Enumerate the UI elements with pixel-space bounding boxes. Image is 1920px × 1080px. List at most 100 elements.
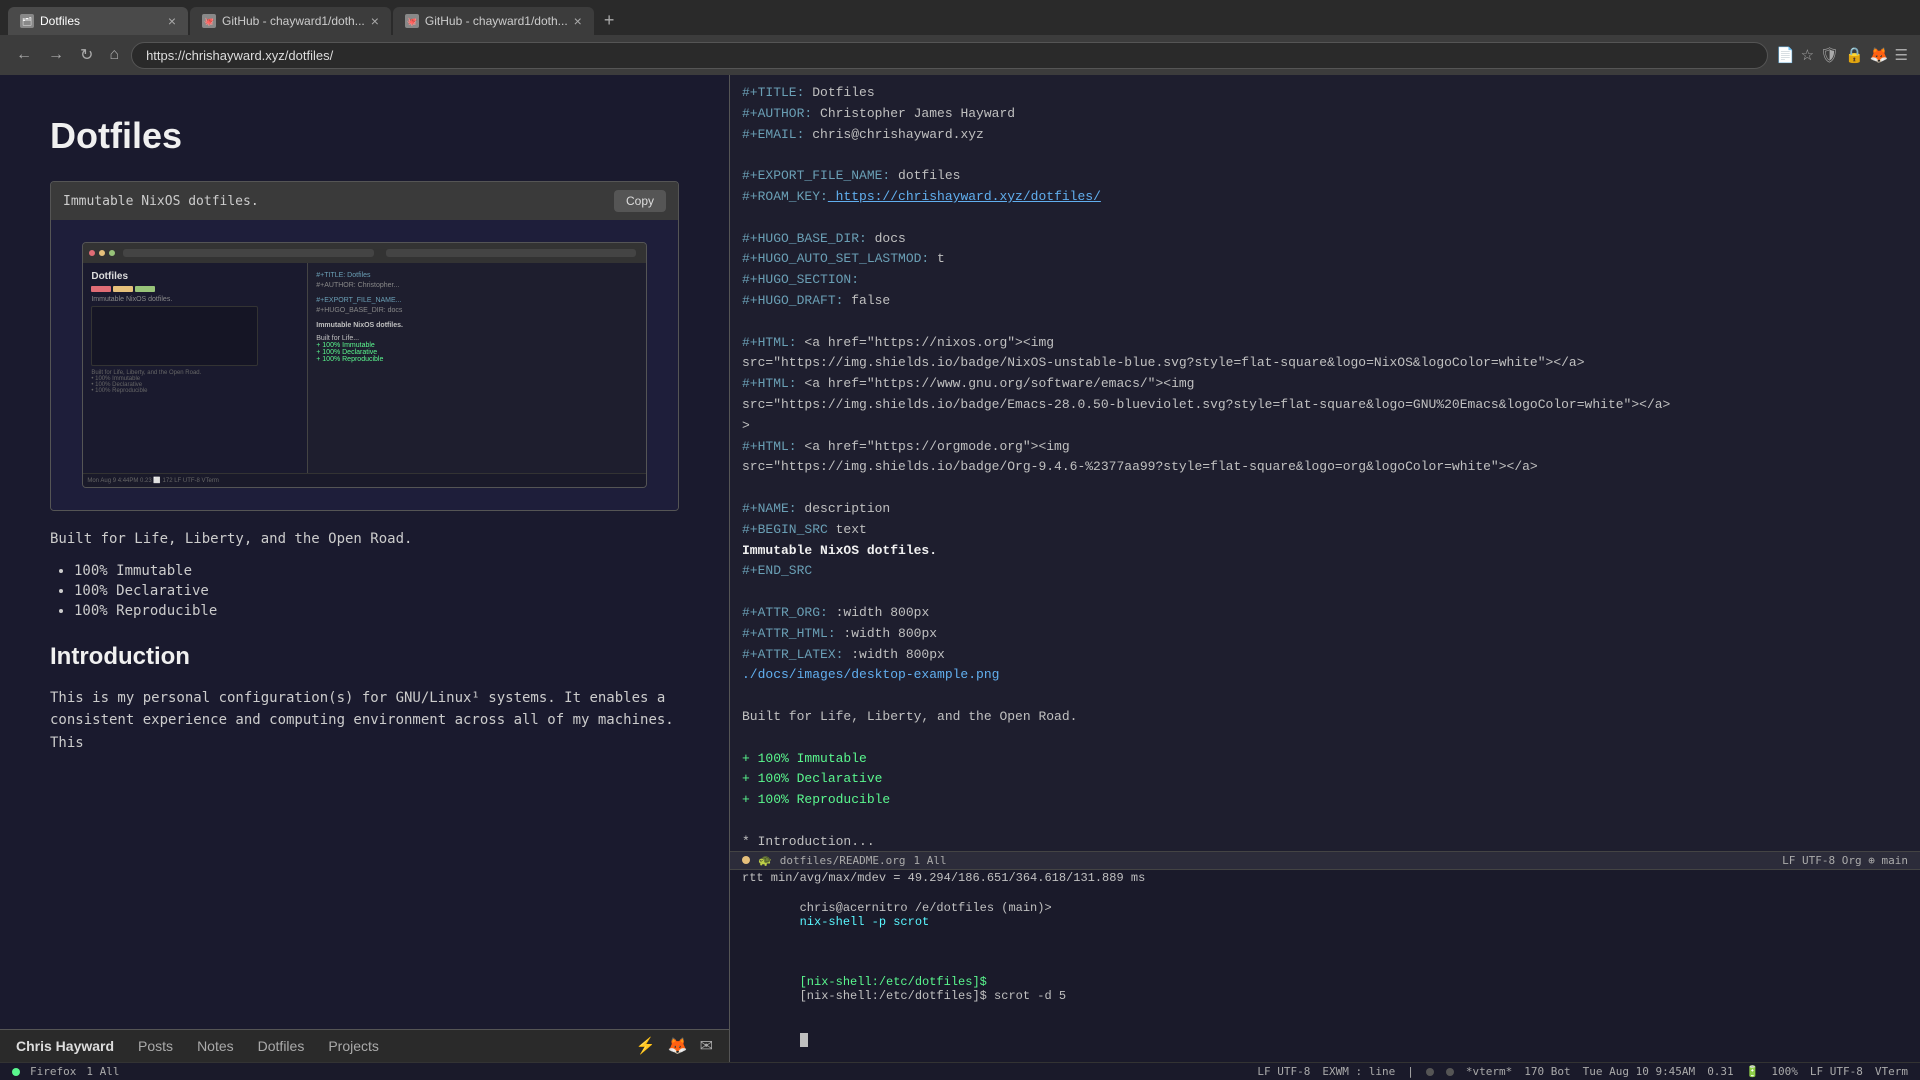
reload-button[interactable]: ↻ (76, 41, 97, 69)
extension-icon-3[interactable]: 🦊 (1870, 46, 1889, 64)
main-area: Dotfiles Immutable NixOS dotfiles. Copy (0, 75, 1920, 1062)
footer-link-posts[interactable]: Posts (138, 1038, 173, 1054)
os-datetime: Tue Aug 10 9:45AM (1583, 1065, 1696, 1078)
copy-button[interactable]: Copy (614, 190, 666, 212)
editor-line-html2c: > (742, 416, 1908, 437)
new-tab-button[interactable]: + (596, 6, 623, 35)
footer-link-dotfiles[interactable]: Dotfiles (258, 1038, 305, 1054)
terminal-line-3: [nix-shell:/etc/dotfiles]$ [nix-shell:/e… (730, 960, 1920, 1018)
editor-status-right: LF UTF-8 Org ⊕ main (1782, 854, 1908, 867)
terminal-cursor-line (730, 1018, 1920, 1062)
ss-right-panel: #+TITLE: Dotfiles #+AUTHOR: Christopher.… (308, 263, 645, 474)
intro-para: This is my personal configuration(s) for… (50, 687, 679, 754)
os-enc-right: LF UTF-8 (1810, 1065, 1863, 1078)
editor-line-blank6 (742, 686, 1908, 707)
editor-line-end-src: #+END_SRC (742, 561, 1908, 582)
footer-link-notes[interactable]: Notes (197, 1038, 234, 1054)
footer-icons: ⚡ 🦊 ✉ (636, 1036, 713, 1056)
reader-mode-button[interactable]: 📄 (1776, 46, 1795, 64)
browser-content: Dotfiles Immutable NixOS dotfiles. Copy (0, 75, 730, 1062)
os-bar-right: LF UTF-8 EXWM : line | *vterm* 170 Bot T… (1257, 1065, 1908, 1078)
editor-line-html1b: src="https://img.shields.io/badge/NixOS-… (742, 353, 1908, 374)
preview-text: Immutable NixOS dotfiles. (63, 194, 259, 209)
os-encoding: LF UTF-8 (1257, 1065, 1310, 1078)
editor-line-title: #+TITLE: Dotfiles (742, 83, 1908, 104)
extension-icon-1[interactable]: 🛡 (1820, 46, 1839, 64)
editor-line-img-link: ./docs/images/desktop-example.png (742, 665, 1908, 686)
bullet-item-2: 100% Declarative (74, 583, 679, 599)
os-mode: EXWM : line (1322, 1065, 1395, 1078)
editor-line-export: #+EXPORT_FILE_NAME: dotfiles (742, 166, 1908, 187)
tab-close-github1[interactable]: × (371, 13, 379, 29)
editor-line-attr-html: #+ATTR_HTML: :width 800px (742, 624, 1908, 645)
os-battery-icon: 🔋 (1746, 1065, 1760, 1078)
editor-line-plus1: + 100% Immutable (742, 749, 1908, 770)
status-indicator (742, 856, 750, 864)
editor-content: #+TITLE: Dotfiles #+AUTHOR: Christopher … (730, 75, 1920, 851)
tab-dotfiles[interactable]: 🗂 Dotfiles × (8, 7, 188, 35)
tab-favicon-github1: 🐙 (202, 14, 216, 28)
editor-line-blank1 (742, 145, 1908, 166)
editor-line-blank2 (742, 208, 1908, 229)
ss-left-panel: Dotfiles Immutable NixOS dotfiles. Built… (83, 263, 308, 474)
editor-line-hugo-section: #+HUGO_SECTION: (742, 270, 1908, 291)
editor-line-roam: #+ROAM_KEY: https://chrishayward.xyz/dot… (742, 187, 1908, 208)
tab-favicon-github2: 🐙 (405, 14, 419, 28)
bookmark-button[interactable]: ☆ (1801, 46, 1814, 64)
ss-content: Dotfiles Immutable NixOS dotfiles. Built… (83, 263, 645, 474)
editor-line-attr-org: #+ATTR_ORG: :width 800px (742, 603, 1908, 624)
extension-icon-2[interactable]: 🔒 (1845, 46, 1864, 64)
tab-github-1[interactable]: 🐙 GitHub - chayward1/doth... × (190, 7, 391, 35)
tab-close-github2[interactable]: × (574, 13, 582, 29)
os-status-dot (1446, 1068, 1454, 1076)
os-browser-label: Firefox (30, 1065, 76, 1078)
nav-icons: 📄 ☆ 🛡 🔒 🦊 ☰ (1776, 46, 1908, 64)
tab-favicon-dotfiles: 🗂 (20, 14, 34, 28)
email-icon[interactable]: ✉ (700, 1036, 713, 1056)
editor-line-html1: #+HTML: <a href="https://nixos.org"><img (742, 333, 1908, 354)
tab-bar: 🗂 Dotfiles × 🐙 GitHub - chayward1/doth..… (0, 0, 1920, 35)
editor-status-bar: 🐢 dotfiles/README.org 1 All LF UTF-8 Org… (730, 851, 1920, 869)
editor-line-blank7 (742, 728, 1908, 749)
editor-line-email: #+EMAIL: chris@chrishayward.xyz (742, 125, 1908, 146)
tab-close-dotfiles[interactable]: × (168, 13, 176, 29)
editor-line-blank3 (742, 312, 1908, 333)
preview-box: Immutable NixOS dotfiles. Copy (50, 181, 679, 511)
os-bar-left: Firefox 1 All (12, 1065, 119, 1078)
os-window-count: 1 All (86, 1065, 119, 1078)
editor-line-src-content: Immutable NixOS dotfiles. (742, 541, 1908, 562)
editor-line-plus2: + 100% Declarative (742, 769, 1908, 790)
url-bar[interactable]: https://chrishayward.xyz/dotfiles/ (131, 42, 1768, 69)
editor-info: 1 All (914, 854, 947, 867)
intro-title: Introduction (50, 643, 679, 671)
editor-line-attr-latex: #+ATTR_LATEX: :width 800px (742, 645, 1908, 666)
back-button[interactable]: ← (12, 42, 36, 68)
editor-line-blank5 (742, 582, 1908, 603)
os-vterm-right: VTerm (1875, 1065, 1908, 1078)
tab-title-github2: GitHub - chayward1/doth... (425, 14, 568, 28)
forward-button[interactable]: → (44, 42, 68, 68)
os-separator: | (1407, 1065, 1414, 1078)
editor-line-author: #+AUTHOR: Christopher James Hayward (742, 104, 1908, 125)
os-bar: Firefox 1 All LF UTF-8 EXWM : line | *vt… (0, 1062, 1920, 1080)
tab-github-2[interactable]: 🐙 GitHub - chayward1/doth... × (393, 7, 594, 35)
url-text: https://chrishayward.xyz/dotfiles/ (146, 48, 1753, 63)
footer-site-name: Chris Hayward (16, 1038, 114, 1054)
menu-button[interactable]: ☰ (1895, 46, 1908, 64)
gitlab-icon[interactable]: 🦊 (668, 1036, 688, 1056)
page-title: Dotfiles (50, 115, 679, 157)
nav-bar: ← → ↻ ⌂ https://chrishayward.xyz/dotfile… (0, 35, 1920, 75)
bullet-list: 100% Immutable 100% Declarative 100% Rep… (50, 563, 679, 619)
home-button[interactable]: ⌂ (105, 42, 123, 68)
browser-chrome: 🗂 Dotfiles × 🐙 GitHub - chayward1/doth..… (0, 0, 1920, 75)
bullet-item-1: 100% Immutable (74, 563, 679, 579)
github-icon[interactable]: ⚡ (636, 1036, 656, 1056)
os-vterm-dot (1426, 1068, 1434, 1076)
bullet-item-3: 100% Reproducible (74, 603, 679, 619)
preview-header: Immutable NixOS dotfiles. Copy (51, 182, 678, 220)
editor-line-name: #+NAME: description (742, 499, 1908, 520)
terminal-area: rtt min/avg/max/mdev = 49.294/186.651/36… (730, 869, 1920, 1062)
footer-link-projects[interactable]: Projects (328, 1038, 379, 1054)
editor-line-plus3: + 100% Reproducible (742, 790, 1908, 811)
editor-line-hugo-base: #+HUGO_BASE_DIR: docs (742, 229, 1908, 250)
